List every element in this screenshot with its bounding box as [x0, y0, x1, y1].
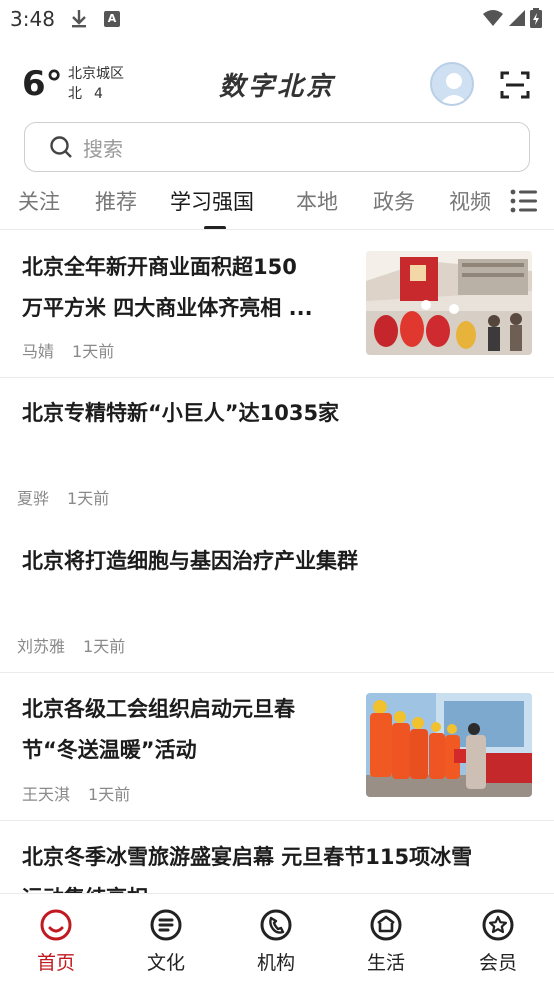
- channel-tabs: 关注 推荐 学习强国 本地 政务 视频: [0, 180, 554, 226]
- life-icon: [370, 909, 402, 941]
- tab-xuexi-qiangguo[interactable]: 学习强国: [170, 186, 254, 216]
- news-title: 北京专精特新“小巨人”达1035家: [22, 393, 339, 434]
- scan-icon[interactable]: [500, 70, 530, 100]
- app-header: 6° 北京城区 北 4 数字北京: [0, 56, 554, 116]
- tab-video[interactable]: 视频: [449, 186, 491, 216]
- news-meta: 马婧 1天前: [22, 338, 114, 362]
- wind-level: 4: [94, 86, 103, 102]
- news-title-line: 北京专精特新“小巨人”达1035家: [22, 401, 340, 425]
- nav-home[interactable]: 首页: [6, 908, 106, 975]
- news-author: 夏骅: [17, 489, 50, 508]
- nav-culture[interactable]: 文化: [116, 908, 216, 975]
- news-title: 北京全年新开商业面积超150 万平方米 四大商业体齐亮相 ...: [22, 247, 313, 329]
- nav-life[interactable]: 生活: [336, 908, 436, 975]
- news-title-line: 万平方米 四大商业体齐亮相 ...: [22, 296, 313, 320]
- workers-event-image: [366, 693, 532, 797]
- avatar[interactable]: [430, 62, 474, 106]
- institution-icon: [260, 909, 292, 941]
- home-icon: [40, 909, 72, 941]
- nav-member[interactable]: 会员: [448, 908, 548, 975]
- nav-institution-label: 机构: [256, 952, 295, 974]
- news-meta: 刘苏雅 1天前: [17, 633, 125, 657]
- news-title-line: 北京各级工会组织启动元旦春: [22, 697, 295, 721]
- wind-info: 北 4: [68, 84, 124, 104]
- nav-home-label: 首页: [36, 952, 75, 974]
- search-placeholder: 搜索: [83, 136, 123, 161]
- tab-follow[interactable]: 关注: [18, 186, 60, 216]
- member-icon: [482, 909, 514, 941]
- news-thumbnail[interactable]: [366, 251, 532, 355]
- search-icon: [50, 136, 72, 158]
- wind-direction: 北: [68, 86, 82, 102]
- news-item[interactable]: 北京专精特新“小巨人”达1035家 夏骅 1天前: [0, 378, 554, 518]
- news-title: 北京将打造细胞与基因治疗产业集群: [22, 541, 358, 582]
- news-time: 1天前: [83, 637, 126, 656]
- nav-culture-label: 文化: [146, 952, 185, 974]
- tab-recommend[interactable]: 推荐: [95, 186, 137, 216]
- news-meta: 夏骅 1天前: [17, 485, 109, 509]
- download-icon: [72, 10, 86, 28]
- status-bar: 3:48 A: [0, 0, 554, 38]
- user-silhouette-icon: [439, 73, 469, 104]
- news-author: 马婧: [22, 342, 55, 361]
- news-item[interactable]: 北京将打造细胞与基因治疗产业集群 刘苏雅 1天前: [0, 525, 554, 671]
- weather-temperature[interactable]: 6°: [22, 64, 63, 104]
- signal-icon: [509, 10, 525, 26]
- news-title: 北京冬季冰雪旅游盛宴启幕 元旦春节115项冰雪 运动集结亮相: [22, 837, 472, 893]
- weather-location[interactable]: 北京城区 北 4: [68, 64, 124, 104]
- news-time: 1天前: [88, 785, 131, 804]
- channel-menu-icon[interactable]: [510, 188, 538, 214]
- news-time: 1天前: [67, 489, 110, 508]
- nav-institution[interactable]: 机构: [226, 908, 326, 975]
- news-thumbnail[interactable]: [366, 693, 532, 797]
- news-title-line: 北京冬季冰雪旅游盛宴启幕 元旦春节115项冰雪: [22, 845, 473, 869]
- news-item[interactable]: 北京各级工会组织启动元旦春 节“冬送温暖”活动 王天淇 1天前: [0, 673, 554, 820]
- tab-local[interactable]: 本地: [296, 186, 338, 216]
- news-title-line: 北京将打造细胞与基因治疗产业集群: [22, 549, 358, 573]
- location-name: 北京城区: [68, 66, 124, 82]
- a-badge-icon: A: [104, 11, 120, 27]
- news-item[interactable]: 北京全年新开商业面积超150 万平方米 四大商业体齐亮相 ... 马婧 1天前: [0, 230, 554, 377]
- news-item[interactable]: 北京冬季冰雪旅游盛宴启幕 元旦春节115项冰雪 运动集结亮相: [0, 821, 554, 893]
- news-title-line: 运动集结亮相: [22, 878, 472, 893]
- status-time: 3:48: [10, 7, 55, 31]
- wifi-icon: [483, 10, 503, 26]
- news-title: 北京各级工会组织启动元旦春 节“冬送温暖”活动: [22, 689, 295, 771]
- news-time: 1天前: [72, 342, 115, 361]
- news-title-line: 节“冬送温暖”活动: [22, 738, 197, 762]
- culture-icon: [150, 909, 182, 941]
- mall-celebration-image: [366, 251, 532, 355]
- tab-government[interactable]: 政务: [373, 186, 415, 216]
- news-author: 刘苏雅: [17, 637, 66, 656]
- news-title-line: 北京全年新开商业面积超150: [22, 255, 297, 279]
- bottom-nav: 首页 文化 机构 生活 会员: [0, 893, 554, 984]
- nav-member-label: 会员: [478, 952, 517, 974]
- nav-life-label: 生活: [366, 952, 405, 974]
- search-bar[interactable]: 搜索: [24, 122, 530, 172]
- news-meta: 王天淇 1天前: [22, 781, 130, 805]
- battery-icon: [530, 8, 542, 28]
- news-author: 王天淇: [22, 785, 71, 804]
